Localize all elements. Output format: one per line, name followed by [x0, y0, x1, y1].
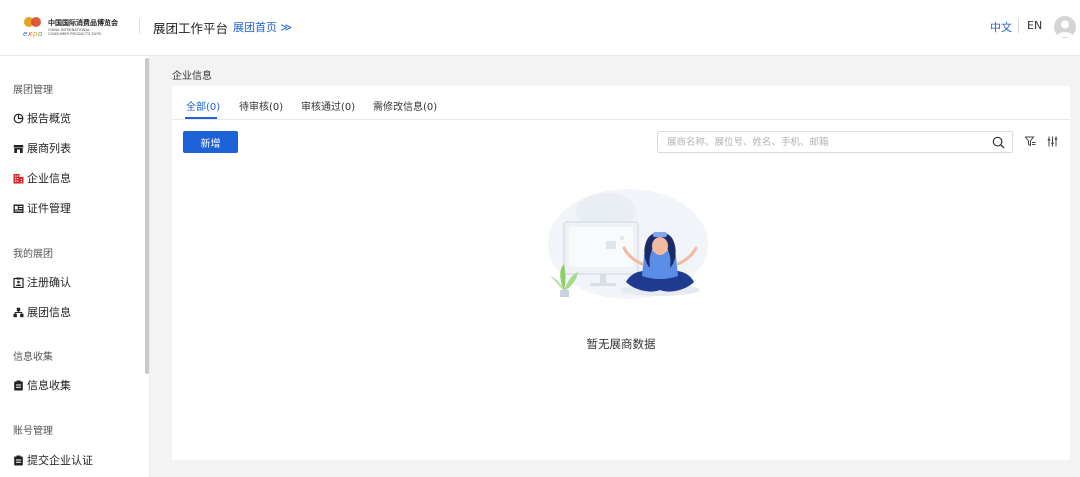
sidebar-item-label: 信息收集: [27, 379, 71, 392]
logo-en-line2: CONSUMER PRODUCTS EXPO: [48, 32, 102, 36]
register-icon: [13, 277, 24, 288]
id-card-icon: [13, 203, 24, 214]
sidebar-item-label: 展团信息: [27, 306, 71, 319]
expo-logo[interactable]: e x p o 中国国际消费品博览会 CHINA INTERNATIONAL C…: [22, 14, 122, 40]
add-button[interactable]: 新增: [183, 131, 238, 153]
home-link[interactable]: 展团首页 ≫: [233, 19, 292, 35]
lang-zh-toggle[interactable]: 中文: [990, 19, 1012, 35]
clipboard-check-icon: [13, 455, 24, 466]
user-avatar-icon[interactable]: [1054, 16, 1076, 38]
logo-mark-icon: e x p o: [22, 16, 44, 38]
sidebar-item-label: 提交企业认证: [27, 454, 93, 467]
sidebar-item-label: 展商列表: [27, 142, 71, 155]
svg-text:e: e: [23, 30, 27, 38]
svg-text:o: o: [38, 30, 42, 38]
org-chart-icon: [13, 307, 24, 318]
sidebar-item-registration-confirm[interactable]: 注册确认: [13, 274, 71, 290]
empty-state-text: 暂无展商数据: [586, 337, 656, 351]
top-header: e x p o 中国国际消费品博览会 CHINA INTERNATIONAL C…: [0, 0, 1080, 56]
active-tab-indicator: [185, 117, 217, 119]
sidebar-item-exhibition-info[interactable]: 展团信息: [13, 304, 71, 320]
sidebar: 展团管理 报告概览 展商列表 企业信息 证件管理 我的展团 注册确认 展团信息 …: [0, 56, 150, 477]
store-icon: [13, 143, 24, 154]
clipboard-icon: [13, 380, 24, 391]
sidebar-item-report-overview[interactable]: 报告概览: [13, 110, 71, 126]
sidebar-item-company-info[interactable]: 企业信息: [13, 170, 71, 186]
search-box: [657, 131, 1013, 153]
sidebar-item-exhibitor-list[interactable]: 展商列表: [13, 140, 71, 156]
tab-approved[interactable]: 审核通过(0): [301, 98, 355, 113]
lang-divider: [1018, 19, 1019, 33]
sidebar-item-label: 报告概览: [27, 112, 71, 125]
sidebar-group-exhibition-management: 展团管理: [13, 85, 53, 96]
sidebar-group-info-collection: 信息收集: [13, 352, 53, 363]
building-icon: [13, 173, 24, 184]
header-divider: [139, 19, 140, 33]
search-input[interactable]: [667, 132, 987, 152]
sidebar-item-info-collection[interactable]: 信息收集: [13, 377, 71, 393]
tab-pending[interactable]: 待审核(0): [239, 98, 283, 113]
logo-cn-text: 中国国际消费品博览会: [48, 19, 118, 27]
search-icon[interactable]: [992, 136, 1005, 149]
sidebar-group-my-exhibition: 我的展团: [13, 249, 53, 260]
lang-en-toggle[interactable]: EN: [1027, 19, 1042, 32]
sidebar-item-credential-management[interactable]: 证件管理: [13, 200, 71, 216]
status-tabs: 全部(0) 待审核(0) 审核通过(0) 需修改信息(0): [172, 86, 1070, 120]
column-settings-icon[interactable]: [1047, 136, 1058, 147]
platform-title: 展团工作平台: [153, 21, 229, 36]
pie-chart-icon: [13, 113, 24, 124]
main-panel: 全部(0) 待审核(0) 审核通过(0) 需修改信息(0) 新增 展商名称、展位…: [172, 86, 1070, 460]
sidebar-scrollbar[interactable]: [145, 58, 149, 374]
breadcrumb: 企业信息: [172, 71, 212, 82]
clear-filter-icon[interactable]: [1024, 136, 1036, 147]
sidebar-group-account-management: 账号管理: [13, 426, 53, 437]
sidebar-item-label: 注册确认: [27, 276, 71, 289]
sidebar-item-label: 证件管理: [27, 202, 71, 215]
empty-state-illustration: [536, 186, 716, 306]
sidebar-item-label: 企业信息: [27, 172, 71, 185]
tab-all[interactable]: 全部(0): [186, 98, 220, 113]
tab-needs-revision[interactable]: 需修改信息(0): [373, 98, 437, 113]
sidebar-item-submit-verification[interactable]: 提交企业认证: [13, 452, 93, 468]
